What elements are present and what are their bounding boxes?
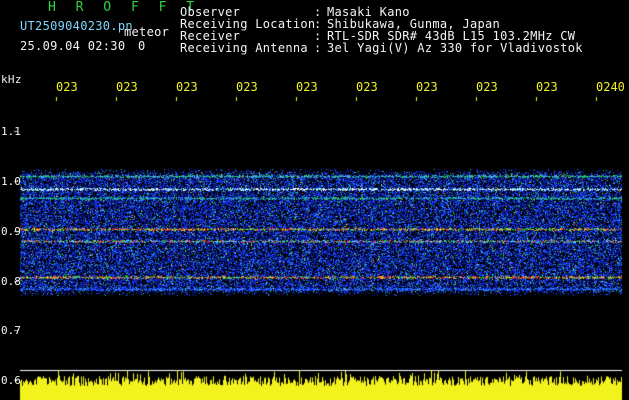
y-tick-label: 0.7: [1, 324, 21, 337]
spectrogram-plot: [0, 0, 629, 400]
x-tick-label: 0240: [596, 80, 625, 94]
antenna-colon: :: [314, 41, 322, 55]
x-tick-label: 023: [416, 80, 438, 94]
y-tick-label: 1.0: [1, 175, 21, 188]
file-name: UT2509040230.pn: [20, 19, 133, 33]
timestamp: 25.09.04 02:30: [20, 39, 126, 53]
x-tick-label: 023: [116, 80, 138, 94]
y-tick-label: 0.6: [1, 374, 21, 387]
x-tick-label: 023: [536, 80, 558, 94]
y-axis-unit: kHz: [1, 73, 22, 86]
x-tick-label: 023: [296, 80, 318, 94]
x-tick-label: 023: [356, 80, 378, 94]
counter-value: 0: [138, 39, 146, 53]
x-tick-label: 023: [176, 80, 198, 94]
x-tick-label: 023: [476, 80, 498, 94]
x-tick-label: 023: [236, 80, 258, 94]
y-tick-label: 1.1: [1, 125, 21, 138]
mode-label: meteor: [124, 25, 170, 39]
x-tick-label: 023: [56, 80, 78, 94]
y-tick-label: 0.8: [1, 275, 21, 288]
y-tick-label: 0.9: [1, 225, 21, 238]
app-title: H R O F F T: [48, 0, 201, 15]
antenna-value: 3el Yagi(V) Az 330 for Vladivostok: [327, 41, 583, 55]
antenna-label: Receiving Antenna: [180, 41, 308, 55]
